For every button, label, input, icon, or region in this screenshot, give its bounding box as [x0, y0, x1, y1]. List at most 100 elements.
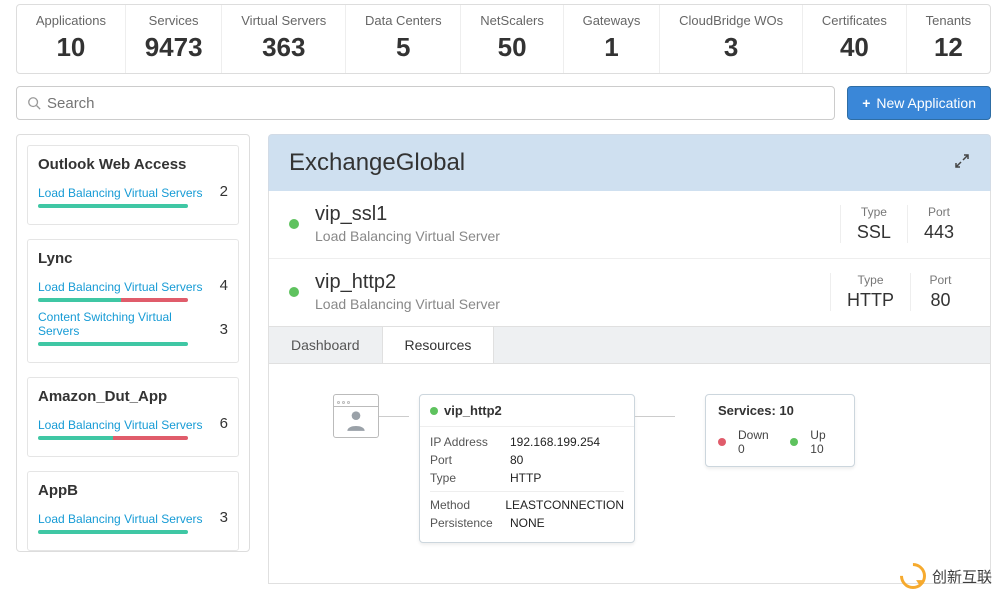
stat-services[interactable]: Services 9473 — [126, 5, 223, 73]
stat-tenants[interactable]: Tenants 12 — [907, 5, 990, 73]
vip-row-http2[interactable]: vip_http2 Load Balancing Virtual Server … — [269, 259, 990, 326]
vip-name: vip_http2 — [315, 271, 830, 294]
search-box[interactable] — [16, 86, 835, 120]
stat-label: Tenants — [917, 13, 980, 28]
stat-virtual-servers[interactable]: Virtual Servers 363 — [222, 5, 346, 73]
status-dot-icon — [289, 287, 299, 297]
stat-cloudbridge[interactable]: CloudBridge WOs 3 — [660, 5, 803, 73]
panel-header: ExchangeGlobal — [268, 134, 991, 191]
stat-label: Data Centers — [356, 13, 450, 28]
vip-info-name: vip_http2 — [444, 403, 502, 418]
new-application-label: New Application — [876, 95, 976, 111]
stats-bar: Applications 10 Services 9473 Virtual Se… — [16, 4, 991, 74]
metric-value: 4 — [212, 277, 228, 294]
kv-val: 192.168.199.254 — [510, 435, 600, 449]
metric-row: Load Balancing Virtual Servers 4 — [38, 277, 228, 302]
sidebar: Outlook Web Access Load Balancing Virtua… — [16, 134, 250, 552]
status-dot-icon — [718, 438, 726, 446]
metric-value: 3 — [212, 321, 228, 338]
status-dot-icon — [430, 407, 438, 415]
metric-value: 6 — [212, 415, 228, 432]
kv-val: NONE — [510, 516, 545, 530]
vip-type-value: SSL — [857, 222, 891, 243]
services-card[interactable]: Services: 10 Down 0 Up 10 — [705, 394, 855, 467]
kv-val: LEASTCONNECTION — [505, 498, 624, 512]
kv-key: Method — [430, 498, 505, 512]
vip-info-title: vip_http2 — [420, 395, 634, 427]
vip-port-label: Port — [927, 273, 954, 287]
search-row: + New Application — [16, 86, 991, 120]
vip-port-value: 443 — [924, 222, 954, 243]
stat-value: 1 — [574, 32, 650, 63]
vip-port-cell: Port 80 — [910, 273, 970, 311]
connector-line — [635, 416, 675, 417]
kv-key: Persistence — [430, 516, 510, 530]
metric-bar — [38, 204, 188, 208]
stat-label: Certificates — [813, 13, 896, 28]
stat-label: Virtual Servers — [232, 13, 335, 28]
stat-label: Services — [136, 13, 212, 28]
kv-val: HTTP — [510, 471, 541, 485]
stat-value: 50 — [471, 32, 552, 63]
sidebar-item-amazon-dut-app[interactable]: Amazon_Dut_App Load Balancing Virtual Se… — [27, 377, 239, 457]
vip-info-table: IP Address192.168.199.254 Port80 TypeHTT… — [420, 427, 634, 542]
sidebar-item-lync[interactable]: Lync Load Balancing Virtual Servers 4 Co… — [27, 239, 239, 363]
stat-value: 12 — [917, 32, 980, 63]
vip-type-cell: Type SSL — [840, 205, 907, 243]
watermark: 创新互联 — [900, 563, 992, 589]
sidebar-item-appb[interactable]: AppB Load Balancing Virtual Servers 3 — [27, 471, 239, 551]
vip-name: vip_ssl1 — [315, 203, 840, 226]
stat-certificates[interactable]: Certificates 40 — [803, 5, 907, 73]
metric-label: Load Balancing Virtual Servers — [38, 418, 203, 432]
metric-row: Load Balancing Virtual Servers 3 — [38, 509, 228, 534]
vip-port-value: 80 — [927, 290, 954, 311]
vip-info-card[interactable]: vip_http2 IP Address192.168.199.254 Port… — [419, 394, 635, 543]
stat-gateways[interactable]: Gateways 1 — [564, 5, 661, 73]
watermark-text: 创新互联 — [932, 566, 992, 587]
vip-subtitle: Load Balancing Virtual Server — [315, 296, 830, 312]
kv-val: 80 — [510, 453, 523, 467]
stat-value: 3 — [670, 32, 792, 63]
metric-value: 2 — [212, 183, 228, 200]
kv-key: IP Address — [430, 435, 510, 449]
tab-dashboard[interactable]: Dashboard — [269, 327, 383, 363]
stat-label: NetScalers — [471, 13, 552, 28]
vip-type-label: Type — [857, 205, 891, 219]
expand-icon[interactable] — [954, 153, 970, 174]
metric-value: 3 — [212, 509, 228, 526]
search-input[interactable] — [47, 95, 824, 112]
stat-label: Applications — [27, 13, 115, 28]
status-dot-icon — [289, 219, 299, 229]
vip-port-cell: Port 443 — [907, 205, 970, 243]
kv-key: Type — [430, 471, 510, 485]
metric-label: Load Balancing Virtual Servers — [38, 512, 203, 526]
stat-applications[interactable]: Applications 10 — [17, 5, 126, 73]
sidebar-item-title: Outlook Web Access — [38, 156, 228, 173]
tabs: Dashboard Resources — [268, 327, 991, 364]
services-stats: Down 0 Up 10 — [718, 428, 842, 456]
resources-diagram: vip_http2 IP Address192.168.199.254 Port… — [293, 394, 966, 543]
vip-list: vip_ssl1 Load Balancing Virtual Server T… — [268, 191, 991, 327]
metric-label: Load Balancing Virtual Servers — [38, 280, 203, 294]
metric-row: Load Balancing Virtual Servers 6 — [38, 415, 228, 440]
tab-resources[interactable]: Resources — [383, 327, 495, 363]
stat-value: 10 — [27, 32, 115, 63]
sidebar-item-outlook-web-access[interactable]: Outlook Web Access Load Balancing Virtua… — [27, 145, 239, 225]
status-dot-icon — [790, 438, 798, 446]
stat-label: Gateways — [574, 13, 650, 28]
vip-port-label: Port — [924, 205, 954, 219]
client-icon — [333, 394, 379, 438]
plus-icon: + — [862, 95, 870, 111]
metric-bar — [38, 530, 188, 534]
new-application-button[interactable]: + New Application — [847, 86, 991, 120]
stat-netscalers[interactable]: NetScalers 50 — [461, 5, 563, 73]
sidebar-item-title: Amazon_Dut_App — [38, 388, 228, 405]
vip-type-value: HTTP — [847, 290, 894, 311]
stat-label: CloudBridge WOs — [670, 13, 792, 28]
metric-label: Content Switching Virtual Servers — [38, 310, 212, 338]
vip-row-ssl1[interactable]: vip_ssl1 Load Balancing Virtual Server T… — [269, 191, 990, 259]
resources-pane: vip_http2 IP Address192.168.199.254 Port… — [268, 364, 991, 584]
stat-data-centers[interactable]: Data Centers 5 — [346, 5, 461, 73]
vip-subtitle: Load Balancing Virtual Server — [315, 228, 840, 244]
vip-type-label: Type — [847, 273, 894, 287]
